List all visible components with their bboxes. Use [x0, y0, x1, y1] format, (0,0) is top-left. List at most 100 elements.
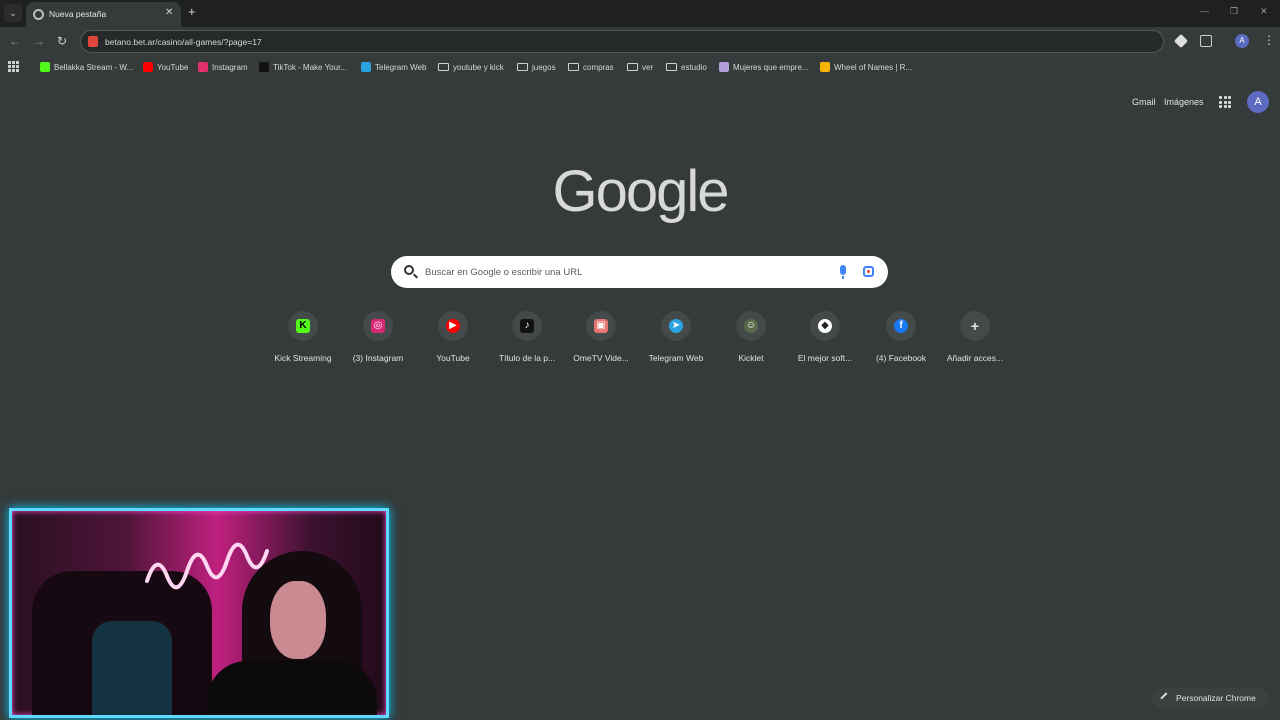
- bookmark-label: ver: [642, 62, 654, 72]
- shortcut-tile[interactable]: ▶ YouTube: [416, 311, 490, 371]
- bookmark-item[interactable]: TikTok - Make Your...: [259, 60, 347, 74]
- youtube-icon: ▶: [446, 319, 460, 333]
- telegram-icon: ➤: [669, 319, 683, 333]
- tab-new-tab[interactable]: Nueva pestaña ✕: [26, 2, 181, 27]
- bookmark-item[interactable]: compras: [568, 60, 614, 74]
- wheel-icon: [820, 62, 830, 72]
- google-logo: Google: [552, 159, 729, 224]
- bookmark-item[interactable]: youtube y kick: [438, 60, 504, 74]
- kick-icon: [40, 62, 50, 72]
- shortcut-label: Título de la p...: [498, 353, 556, 363]
- minimize-button[interactable]: —: [1200, 6, 1209, 16]
- shortcut-icon-circle: +: [960, 311, 990, 341]
- bookmark-label: estudio: [681, 62, 707, 72]
- microphone-icon[interactable]: [840, 265, 846, 279]
- shortcut-tile[interactable]: ◆ El mejor soft...: [788, 311, 862, 371]
- customize-chrome-button[interactable]: Personalizar Chrome: [1152, 688, 1269, 708]
- close-tab-icon[interactable]: ✕: [165, 7, 173, 18]
- bookmark-item[interactable]: ver: [627, 60, 653, 74]
- customize-chrome-label: Personalizar Chrome: [1176, 693, 1256, 703]
- search-box[interactable]: [391, 256, 888, 288]
- shortcut-label: Kick Streaming: [274, 353, 332, 363]
- betano-site-icon: [88, 36, 98, 47]
- shortcut-icon-circle: ◆: [810, 311, 840, 341]
- google-apps-icon[interactable]: [1219, 96, 1231, 108]
- bookmark-item[interactable]: juegos: [517, 60, 556, 74]
- shortcut-tile[interactable]: ◎ (3) Instagram: [341, 311, 415, 371]
- shortcut-label: Telegram Web: [648, 353, 704, 363]
- shortcut-tile[interactable]: f (4) Facebook: [864, 311, 938, 371]
- apps-grid-icon[interactable]: [8, 61, 19, 72]
- chrome-icon: [33, 9, 44, 20]
- bookmark-label: Mujeres que empre...: [733, 62, 809, 72]
- back-button[interactable]: ←: [9, 35, 21, 47]
- shortcut-icon-circle: ▣: [586, 311, 616, 341]
- pencil-icon: [1160, 692, 1172, 704]
- instagram-icon: [198, 62, 208, 72]
- bookmark-label: Instagram: [212, 62, 248, 72]
- telegram-icon: [361, 62, 371, 72]
- google-lens-icon[interactable]: [863, 266, 874, 277]
- close-window-button[interactable]: ✕: [1260, 6, 1268, 17]
- bookmark-item[interactable]: estudio: [666, 60, 707, 74]
- shortcut-label: Kicklet: [738, 353, 764, 363]
- shortcut-icon-circle: ◎: [363, 311, 393, 341]
- shortcut-tile[interactable]: ☺ Kicklet: [714, 311, 788, 371]
- bookmark-label: juegos: [532, 62, 556, 72]
- gmail-link[interactable]: Gmail: [1132, 97, 1156, 107]
- shortcut-icon-circle: ☺: [736, 311, 766, 341]
- bookmark-label: TikTok - Make Your...: [273, 62, 347, 72]
- facebook-icon: f: [894, 319, 908, 333]
- shortcut-icon-circle: f: [886, 311, 916, 341]
- folder-icon: [627, 63, 638, 71]
- url-text[interactable]: betano.bet.ar/casino/all-games/?page=17: [105, 37, 262, 47]
- bookmark-item[interactable]: YouTube: [143, 60, 188, 74]
- bookmark-label: compras: [583, 62, 614, 72]
- address-bar[interactable]: betano.bet.ar/casino/all-games/?page=17: [80, 30, 1164, 53]
- webcam-person-face: [270, 581, 326, 659]
- search-icon: [404, 265, 414, 275]
- bookmark-item[interactable]: Bellakka Stream - W...: [40, 60, 133, 74]
- shortcut-label: YouTube: [436, 353, 470, 363]
- shortcut-label: El mejor soft...: [797, 353, 853, 363]
- webcam-cushion-shape: [92, 621, 172, 715]
- tiktok-icon: ♪: [520, 319, 534, 333]
- bookmark-label: Telegram Web: [375, 62, 427, 72]
- bookmark-item[interactable]: Mujeres que empre...: [719, 60, 809, 74]
- images-link[interactable]: Imágenes: [1164, 97, 1204, 107]
- bookmark-label: youtube y kick: [453, 62, 504, 72]
- bookmarks-bar: Bellakka Stream - W... YouTube Instagram Ti…: [0, 57, 1280, 77]
- shortcut-tile[interactable]: ♪ Título de la p...: [490, 311, 564, 371]
- shortcut-label: Añadir acces...: [946, 353, 1004, 363]
- shortcut-tile[interactable]: + Añadir acces...: [938, 311, 1012, 371]
- tab-search-button[interactable]: ⌄: [4, 4, 22, 22]
- bookmark-item[interactable]: Instagram: [198, 60, 248, 74]
- new-tab-button[interactable]: +: [188, 5, 196, 19]
- toolbar: ← → ↻ betano.bet.ar/casino/all-games/?pa…: [0, 27, 1280, 57]
- shortcut-label: (3) Instagram: [352, 353, 404, 363]
- shortcut-tile[interactable]: ➤ Telegram Web: [639, 311, 713, 371]
- tiktok-icon: [259, 62, 269, 72]
- kick-icon: K: [296, 319, 310, 333]
- bookmark-label: Wheel of Names | R...: [834, 62, 913, 72]
- reload-button[interactable]: ↻: [57, 35, 67, 47]
- shortcut-tile[interactable]: ▣ OmeTV Vide...: [564, 311, 638, 371]
- chrome-menu-icon[interactable]: ⋮: [1263, 33, 1275, 47]
- software-icon: ◆: [818, 319, 832, 333]
- tab-title: Nueva pestaña: [49, 9, 107, 19]
- extension-icon[interactable]: [1173, 33, 1189, 49]
- shortcut-tile[interactable]: K Kick Streaming: [266, 311, 340, 371]
- account-avatar[interactable]: A: [1247, 91, 1269, 113]
- profile-avatar[interactable]: A: [1235, 34, 1249, 48]
- bookmark-item[interactable]: Telegram Web: [361, 60, 426, 74]
- youtube-icon: [143, 62, 153, 72]
- shortcut-label: OmeTV Vide...: [573, 353, 629, 363]
- shortcut-icon-circle: ▶: [438, 311, 468, 341]
- forward-button[interactable]: →: [33, 35, 45, 47]
- bookmark-item[interactable]: Wheel of Names | R...: [820, 60, 912, 74]
- kicklet-icon: ☺: [744, 319, 758, 333]
- search-input[interactable]: [425, 262, 825, 282]
- maximize-button[interactable]: ❐: [1230, 6, 1238, 17]
- m-icon: [719, 62, 729, 72]
- extensions-puzzle-icon[interactable]: [1200, 35, 1212, 47]
